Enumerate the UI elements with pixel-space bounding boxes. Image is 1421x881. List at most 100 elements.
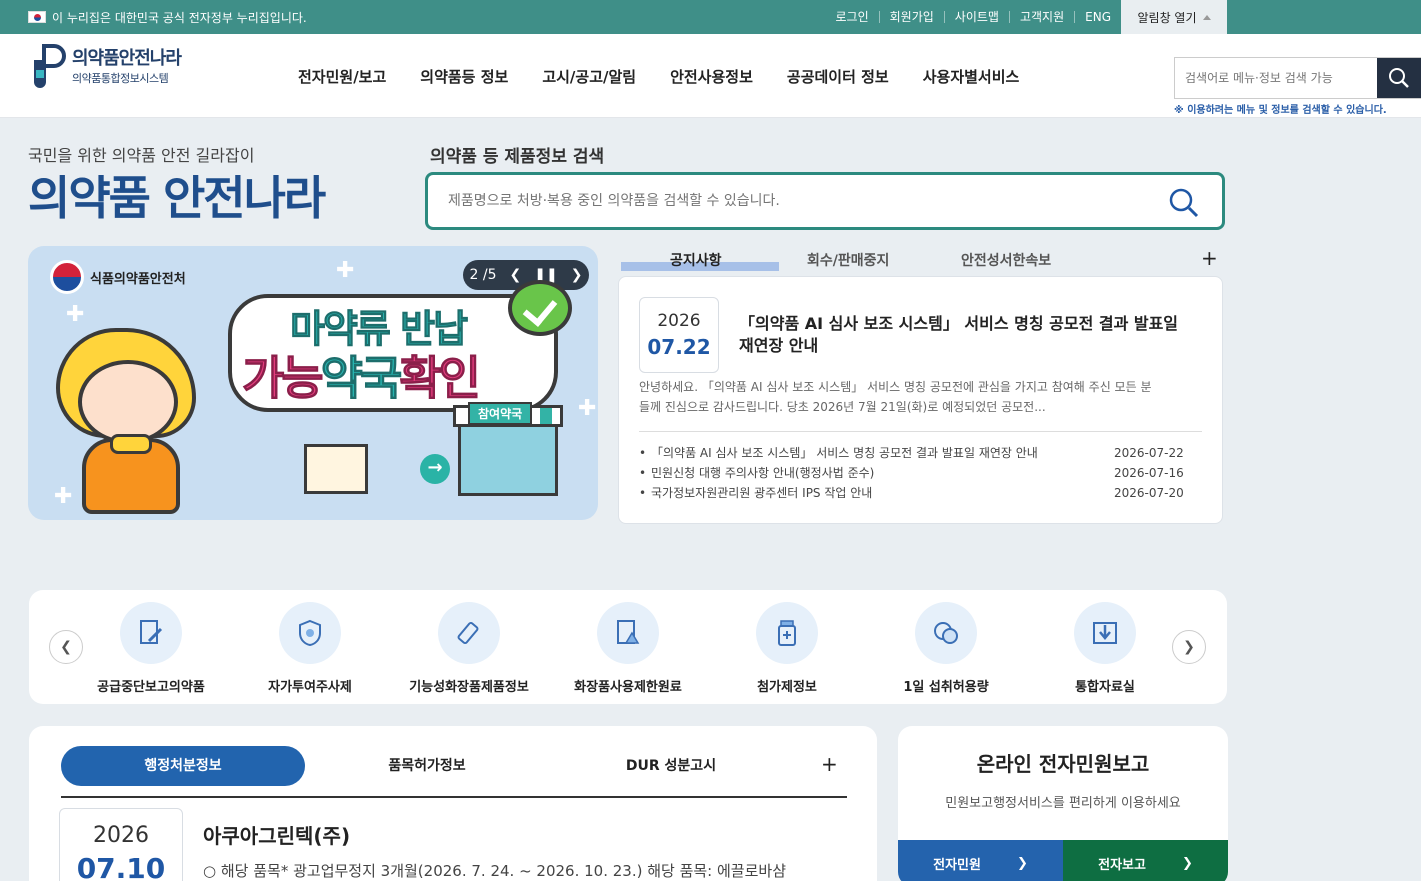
banner-next-button[interactable]: ❯ — [571, 267, 583, 283]
notice-featured-title[interactable]: 「의약품 AI 심사 보조 시스템」 서비스 명칭 공모전 결과 발표일 재연장… — [739, 313, 1189, 357]
quick-menu: ❮ ❯ 공급중단보고의약품 자가투여주사제 기능성화장품제품정보 화장품사용제한… — [29, 590, 1227, 704]
check-icon — [508, 280, 572, 336]
nav-item-public-data[interactable]: 공공데이터 정보 — [787, 66, 889, 87]
notice-year: 2026 — [657, 311, 701, 331]
banner-headline-2: 가능약국확인 — [242, 342, 482, 408]
gov-notice: 이 누리집은 대한민국 공식 전자정부 누리집입니다. — [28, 0, 307, 34]
agency-name: 식품의약품안전처 — [90, 271, 186, 287]
hero-section: 국민을 위한 의약품 안전 길라잡이 의약품 안전나라 의약품 등 제품정보 검… — [0, 118, 1421, 560]
pharmacy-label: 참여약국 — [468, 402, 533, 425]
download-box-icon — [1093, 622, 1117, 644]
notice-monthday: 07.22 — [647, 335, 711, 359]
agency-logo: 식품의약품안전처 — [50, 260, 186, 294]
notice-featured-summary: 안녕하세요. 「의약품 AI 심사 보조 시스템」 서비스 명칭 공모전에 관심… — [639, 380, 1152, 414]
online-civil-panel: 온라인 전자민원보고 민원보고행정서비스를 편리하게 이용하세요 전자민원 ❯ 전… — [898, 726, 1228, 881]
quick-item-daily-intake[interactable]: 1일 섭취허용량 — [866, 602, 1026, 695]
banner-counter: 2 /5 — [469, 267, 497, 283]
signup-link[interactable]: 회원가입 — [878, 11, 944, 23]
header-search — [1174, 57, 1421, 99]
tab-notice[interactable]: 공지사항 — [670, 250, 722, 270]
header-search-note: ※ 이용하려는 메뉴 및 정보를 검색할 수 있습니다. — [1174, 105, 1387, 116]
civil-subtitle: 민원보고행정서비스를 편리하게 이용하세요 — [945, 796, 1181, 811]
shield-pill-icon — [299, 619, 321, 647]
chevron-right-icon: ❯ — [1016, 855, 1028, 871]
plus-deco-icon: ✚ — [336, 258, 355, 283]
house-icon — [304, 444, 368, 494]
product-search-icon[interactable] — [1168, 187, 1200, 219]
admin-info-panel: 행정처분정보 품목허가정보 DUR 성분고시 + 2026 07.10 아쿠아그… — [29, 726, 877, 881]
pharmacy-icon — [453, 405, 563, 496]
nav-item-notices[interactable]: 고시/공고/알림 — [542, 66, 636, 87]
support-link[interactable]: 고객지원 — [1008, 11, 1074, 23]
notice-panel: 2026 07.22 「의약품 AI 심사 보조 시스템」 서비스 명칭 공모전… — [618, 276, 1223, 524]
list-item[interactable]: 국가정보자원관리원 광주센터 IPS 작업 안내2026-07-20 — [639, 483, 1204, 503]
utility-links: 로그인 회원가입 사이트맵 고객지원 ENG — [826, 0, 1122, 34]
main-nav: 전자민원/보고 의약품등 정보 고시/공고/알림 안전사용정보 공공데이터 정보… — [298, 66, 1019, 87]
e-report-button[interactable]: 전자보고 ❯ — [1063, 840, 1228, 881]
product-search-title: 의약품 등 제품정보 검색 — [430, 147, 605, 167]
alarm-open-button[interactable]: 알림창 열기 — [1121, 0, 1227, 34]
logo-subtitle: 의약품통합정보시스템 — [72, 72, 169, 85]
caret-up-icon — [1202, 14, 1211, 20]
gov-notice-text: 이 누리집은 대한민국 공식 전자정부 누리집입니다. — [52, 10, 307, 25]
admin-tabs: 행정처분정보 품목허가정보 DUR 성분고시 + — [61, 746, 847, 798]
sitemap-link[interactable]: 사이트맵 — [943, 11, 1009, 23]
english-link[interactable]: ENG — [1074, 11, 1121, 23]
tab-recall[interactable]: 회수/판매중지 — [807, 250, 889, 270]
quick-item-functional-cosmetics[interactable]: 기능성화장품제품정보 — [389, 602, 549, 695]
arrow-right-icon: → — [420, 454, 450, 484]
civil-title: 온라인 전자민원보고 — [976, 752, 1150, 776]
cosmetic-tube-icon — [457, 621, 479, 645]
admin-more-button[interactable]: + — [821, 752, 838, 776]
korea-flag-icon — [28, 11, 46, 23]
admin-company[interactable]: 아쿠아그린텍(주) — [203, 820, 350, 849]
login-link[interactable]: 로그인 — [826, 11, 879, 23]
medicine-bottle-icon — [778, 620, 796, 646]
search-icon — [1389, 68, 1409, 88]
admin-date-box: 2026 07.10 — [59, 808, 183, 881]
list-item[interactable]: 민원신청 대행 주의사항 안내(행정사법 준수)2026-07-16 — [639, 463, 1204, 483]
banner-word-3: 확인 — [399, 351, 482, 406]
nav-item-e-petition[interactable]: 전자민원/보고 — [298, 66, 386, 87]
warning-document-icon — [617, 620, 640, 644]
site-header: 의약품안전나라 의약품통합정보시스템 전자민원/보고 의약품등 정보 고시/공고… — [0, 34, 1421, 118]
notice-list: 「의약품 AI 심사 보조 시스템」 서비스 명칭 공모전 결과 발표일 재연장… — [639, 443, 1204, 503]
e-petition-button[interactable]: 전자민원 ❯ — [898, 840, 1063, 881]
gov-topbar: 이 누리집은 대한민국 공식 전자정부 누리집입니다. 로그인 회원가입 사이트… — [0, 0, 1421, 34]
list-item[interactable]: 「의약품 AI 심사 보조 시스템」 서비스 명칭 공모전 결과 발표일 재연장… — [639, 443, 1204, 463]
admin-monthday: 07.10 — [76, 852, 166, 881]
tab-dur-ingredient[interactable]: DUR 성분고시 — [549, 746, 793, 786]
document-pen-icon — [140, 620, 163, 644]
capsule-icon — [934, 622, 958, 644]
quick-item-self-injection[interactable]: 자가투여주사제 — [230, 602, 390, 695]
promo-banner[interactable]: 식품의약품안전처 2 /5 ❮ ❚❚ ❯ ✚ ✚ ✚ ✚ 마약류 반납 가능약국… — [28, 246, 598, 520]
chevron-right-icon: ❯ — [1181, 855, 1193, 871]
tab-product-approval[interactable]: 품목허가정보 — [305, 746, 549, 786]
quick-item-archive[interactable]: 통합자료실 — [1025, 602, 1185, 695]
tab-admin-disposition[interactable]: 행정처분정보 — [61, 746, 305, 786]
notice-more-button[interactable]: + — [1201, 246, 1218, 270]
nav-item-drug-info[interactable]: 의약품등 정보 — [420, 66, 508, 87]
admin-description: ○ 해당 품목* 광고업무정지 3개월(2026. 7. 24. ~ 2026.… — [203, 862, 787, 880]
plus-deco-icon: ✚ — [578, 396, 597, 421]
product-search-input[interactable] — [448, 188, 1148, 214]
logo-title: 의약품안전나라 — [72, 48, 182, 69]
quick-item-restricted-ingredients[interactable]: 화장품사용제한원료 — [548, 602, 708, 695]
quick-item-supply-stop[interactable]: 공급중단보고의약품 — [71, 602, 231, 695]
quick-item-additives[interactable]: 첨가제정보 — [707, 602, 867, 695]
tab-safety-letter[interactable]: 안전성서한속보 — [961, 250, 1051, 270]
hero-brand: 의약품 안전나라 — [28, 171, 326, 225]
gov-emblem-icon — [50, 260, 84, 294]
banner-prev-button[interactable]: ❮ — [510, 267, 522, 283]
site-logo[interactable]: 의약품안전나라 의약품통합정보시스템 — [30, 42, 182, 88]
nav-item-user-services[interactable]: 사용자별서비스 — [923, 66, 1020, 87]
product-search-box — [425, 172, 1225, 230]
header-search-input[interactable] — [1175, 58, 1377, 98]
mascot-character — [48, 316, 218, 516]
banner-word-2: 약국 — [320, 351, 403, 406]
notice-date-box: 2026 07.22 — [639, 297, 719, 373]
logo-mark-icon — [34, 44, 66, 88]
alarm-label: 알림창 열기 — [1137, 10, 1197, 25]
nav-item-safe-use[interactable]: 안전사용정보 — [670, 66, 753, 87]
header-search-button[interactable] — [1377, 58, 1421, 98]
